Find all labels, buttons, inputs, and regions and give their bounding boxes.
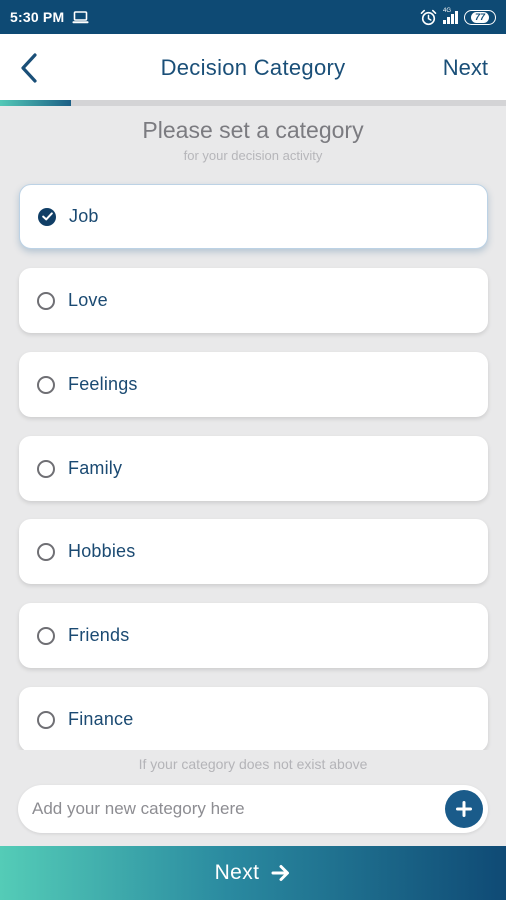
status-bar: 5:30 PM 4G 77	[0, 0, 506, 34]
bottom-next-button[interactable]: Next	[0, 846, 506, 900]
prompt-title: Please set a category	[142, 117, 364, 143]
category-list[interactable]: Job Love Feelings Family Hobbies Friends…	[0, 172, 506, 750]
category-label: Job	[69, 206, 99, 226]
helper-text: If your category does not exist above	[138, 756, 368, 772]
category-label: Hobbies	[68, 541, 136, 561]
category-option-finance[interactable]: Finance	[19, 687, 488, 750]
app-header: Decision Category Next	[0, 34, 506, 102]
header-next-button[interactable]: Next	[443, 55, 488, 81]
progress-fill	[0, 100, 71, 106]
radio-button[interactable]	[37, 542, 55, 561]
category-option-feelings[interactable]: Feelings	[19, 352, 488, 417]
bottom-next-label: Next	[214, 861, 260, 884]
add-category-button[interactable]	[445, 790, 483, 828]
category-label: Love	[68, 290, 108, 310]
arrow-right-icon	[271, 865, 290, 881]
category-label: Family	[68, 458, 123, 478]
radio-button[interactable]	[38, 207, 56, 226]
add-category-field	[18, 785, 488, 833]
battery-icon: 77	[464, 9, 496, 25]
category-option-love[interactable]: Love	[19, 268, 488, 333]
category-option-friends[interactable]: Friends	[19, 603, 488, 668]
category-label: Finance	[68, 709, 134, 729]
signal-icon: 4G	[443, 8, 458, 24]
radio-button[interactable]	[37, 375, 55, 394]
prompt-subtitle: for your decision activity	[183, 148, 323, 163]
progress-bar	[0, 100, 506, 106]
category-option-hobbies[interactable]: Hobbies	[19, 519, 488, 584]
laptop-icon	[72, 10, 89, 23]
radio-button[interactable]	[37, 626, 55, 645]
category-label: Feelings	[68, 374, 138, 394]
new-category-input[interactable]	[32, 785, 432, 833]
plus-icon	[456, 801, 472, 817]
category-option-family[interactable]: Family	[19, 436, 488, 501]
category-label: Friends	[68, 625, 130, 645]
network-type: 4G	[443, 8, 452, 14]
radio-button[interactable]	[37, 459, 55, 478]
status-time: 5:30 PM	[10, 9, 65, 25]
page-title: Decision Category	[160, 55, 346, 80]
radio-button[interactable]	[37, 710, 55, 729]
radio-button[interactable]	[37, 291, 55, 310]
alarm-icon	[420, 9, 437, 25]
category-option-job[interactable]: Job	[19, 184, 488, 249]
check-icon	[41, 212, 53, 221]
battery-level: 77	[470, 11, 489, 23]
